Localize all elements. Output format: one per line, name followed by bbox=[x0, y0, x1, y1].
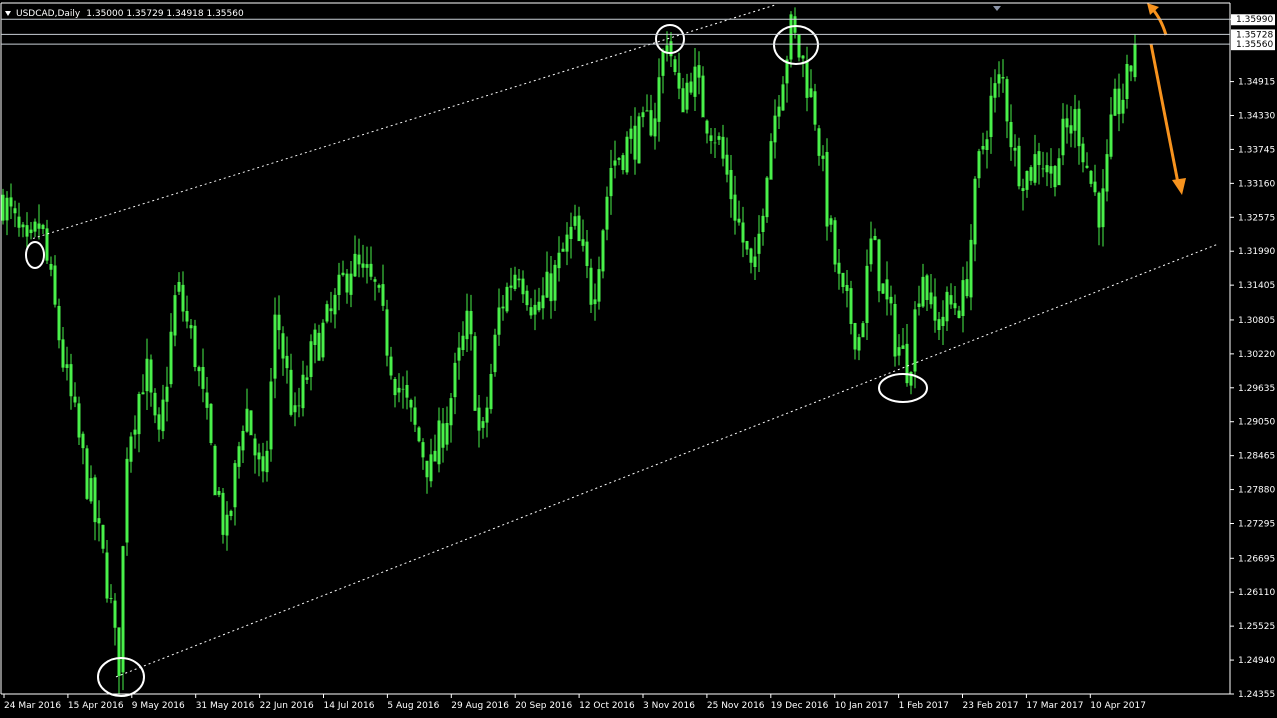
y-tick-label: 1.27295 bbox=[1238, 519, 1275, 529]
x-tick-label: 15 Apr 2016 bbox=[68, 701, 124, 711]
candle[interactable] bbox=[861, 321, 865, 338]
candle[interactable] bbox=[85, 445, 89, 500]
y-tick-label: 1.33160 bbox=[1238, 179, 1275, 189]
candle[interactable] bbox=[493, 328, 497, 377]
candle[interactable] bbox=[765, 175, 769, 223]
y-tick-label: 1.30220 bbox=[1238, 350, 1275, 360]
x-tick-label: 22 Jun 2016 bbox=[260, 701, 314, 711]
y-tick-label: 1.29635 bbox=[1238, 384, 1275, 394]
y-tick-label: 1.24355 bbox=[1238, 690, 1275, 700]
level-price-label: 1.35990 bbox=[1236, 15, 1273, 25]
candle[interactable] bbox=[193, 319, 197, 372]
chart-background bbox=[0, 0, 1277, 718]
level-price-label: 1.35728 bbox=[1236, 30, 1273, 40]
x-tick-label: 23 Feb 2017 bbox=[963, 701, 1019, 711]
y-tick-label: 1.34330 bbox=[1238, 112, 1275, 122]
candle[interactable] bbox=[213, 444, 217, 496]
y-tick-label: 1.25525 bbox=[1238, 622, 1275, 632]
x-tick-label: 5 Aug 2016 bbox=[387, 701, 439, 711]
candle[interactable] bbox=[825, 138, 829, 241]
candle[interactable] bbox=[209, 403, 213, 446]
y-tick-label: 1.24940 bbox=[1238, 656, 1275, 666]
x-tick-label: 31 May 2016 bbox=[196, 701, 255, 711]
y-tick-label: 1.28465 bbox=[1238, 452, 1275, 462]
y-tick-label: 1.26110 bbox=[1238, 588, 1275, 598]
x-tick-label: 3 Nov 2016 bbox=[643, 701, 695, 711]
candle[interactable] bbox=[797, 34, 801, 62]
candle[interactable] bbox=[637, 112, 641, 164]
y-tick-label: 1.34915 bbox=[1238, 78, 1275, 88]
candle[interactable] bbox=[625, 131, 629, 175]
candle[interactable] bbox=[893, 294, 897, 367]
candle[interactable] bbox=[321, 319, 325, 362]
candle[interactable] bbox=[601, 228, 605, 279]
x-tick-label: 10 Apr 2017 bbox=[1090, 701, 1146, 711]
bid-price-label: 1.35560 bbox=[1236, 40, 1273, 50]
x-tick-label: 25 Nov 2016 bbox=[707, 701, 765, 711]
x-tick-label: 1 Feb 2017 bbox=[899, 701, 949, 711]
y-tick-label: 1.30805 bbox=[1238, 316, 1275, 326]
x-tick-label: 19 Dec 2016 bbox=[771, 701, 829, 711]
x-tick-label: 10 Jan 2017 bbox=[835, 701, 889, 711]
x-tick-label: 12 Oct 2016 bbox=[579, 701, 635, 711]
candle[interactable] bbox=[121, 545, 125, 691]
candle[interactable] bbox=[473, 332, 477, 411]
x-tick-label: 9 May 2016 bbox=[132, 701, 185, 711]
chart-title: USDCAD,Daily 1.35000 1.35729 1.34918 1.35… bbox=[16, 9, 244, 19]
y-tick-label: 1.26695 bbox=[1238, 554, 1275, 564]
y-tick-label: 1.31990 bbox=[1238, 247, 1275, 257]
candle[interactable] bbox=[881, 283, 885, 295]
x-tick-label: 17 Mar 2017 bbox=[1026, 701, 1083, 711]
x-tick-label: 20 Sep 2016 bbox=[515, 701, 572, 711]
x-tick-label: 14 Jul 2016 bbox=[324, 701, 375, 711]
ohlc-values: 1.35000 1.35729 1.34918 1.35560 bbox=[86, 9, 244, 19]
y-tick-label: 1.33745 bbox=[1238, 145, 1275, 155]
candle[interactable] bbox=[249, 410, 253, 436]
candle[interactable] bbox=[833, 217, 837, 273]
candle[interactable] bbox=[505, 282, 509, 314]
y-tick-label: 1.29050 bbox=[1238, 418, 1275, 428]
x-tick-label: 24 Mar 2016 bbox=[4, 701, 61, 711]
candle[interactable] bbox=[417, 426, 421, 443]
y-tick-label: 1.27880 bbox=[1238, 486, 1275, 496]
candle[interactable] bbox=[125, 447, 129, 556]
price-chart[interactable]: 1.35990 1.34915 1.34330 1.33745 1.33160 1.325… bbox=[0, 0, 1277, 718]
candle[interactable] bbox=[269, 368, 273, 462]
y-tick-label: 1.31405 bbox=[1238, 281, 1275, 291]
x-tick-label: 29 Aug 2016 bbox=[451, 701, 509, 711]
y-tick-label: 1.32575 bbox=[1238, 213, 1275, 223]
symbol-timeframe: USDCAD,Daily bbox=[16, 9, 81, 19]
